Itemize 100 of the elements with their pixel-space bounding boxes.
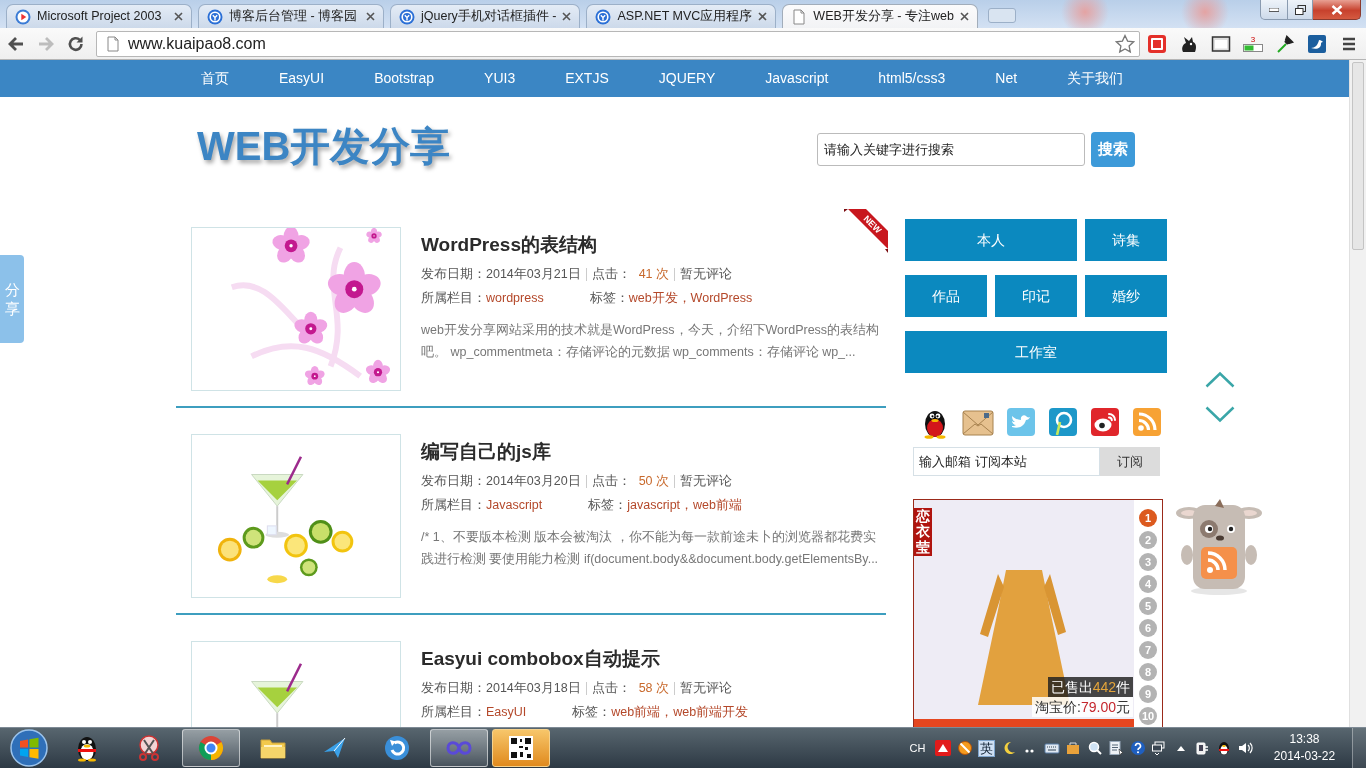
category-link[interactable]: wordpress — [486, 286, 544, 310]
dress-photo-placeholder[interactable] — [914, 500, 1134, 719]
meter-icon[interactable] — [1243, 44, 1263, 52]
slide-number-button[interactable]: 10 — [1139, 707, 1157, 725]
slide-number-button[interactable]: 4 — [1139, 575, 1157, 593]
tile-logo-icon[interactable] — [935, 740, 951, 756]
slide-number-button[interactable]: 7 — [1139, 641, 1157, 659]
search-button[interactable]: 搜索 — [1091, 131, 1135, 167]
maximize-button[interactable] — [1288, 0, 1313, 20]
bird-logo-icon[interactable] — [1307, 33, 1327, 54]
sidebar-link[interactable]: 本人 — [905, 219, 1077, 261]
close-icon[interactable] — [174, 12, 183, 21]
site-logo: WEB开发分享 — [197, 123, 451, 170]
tag-link[interactable]: web开发，WordPress — [628, 286, 753, 310]
post-title-link[interactable]: WordPress的表结构 — [421, 232, 597, 258]
browser-tab[interactable]: WEB开发分享 - 专注web — [782, 4, 978, 28]
slide-number-button[interactable]: 5 — [1139, 597, 1157, 615]
input-language-label: CH — [909, 740, 926, 756]
show-desktop-button[interactable] — [1352, 728, 1366, 768]
category-link[interactable]: Javascript — [486, 493, 543, 517]
minimize-button[interactable] — [1260, 0, 1288, 20]
no-sign-icon[interactable] — [956, 740, 973, 756]
slide-number-button[interactable]: 6 — [1139, 619, 1157, 637]
magnifier-icon[interactable] — [1086, 740, 1103, 756]
category-link[interactable]: EasyUI — [486, 700, 527, 724]
slide-number-button[interactable]: 1 — [1139, 509, 1157, 527]
slide-number-button[interactable]: 3 — [1139, 553, 1157, 571]
slide-number-button[interactable]: 2 — [1139, 531, 1157, 549]
sidebar-link[interactable]: 印记 — [995, 275, 1077, 317]
comment-status: 暂无评论 — [680, 473, 732, 490]
plug-icon[interactable] — [1194, 740, 1210, 756]
eye-logo-icon[interactable] — [1090, 407, 1120, 437]
browser-icon — [197, 734, 225, 762]
taskbar-button[interactable] — [492, 729, 550, 767]
post-date: 发布日期：2014年03月21日 — [421, 266, 581, 283]
speaker-icon[interactable] — [1237, 740, 1253, 756]
close-button[interactable] — [1313, 0, 1361, 20]
tile-logo-icon[interactable] — [1147, 33, 1167, 54]
close-icon[interactable] — [366, 12, 375, 21]
address-field[interactable]: www.kuaipao8.com — [96, 30, 1140, 57]
nav-link[interactable]: Bootstrap — [349, 60, 460, 97]
pin-logo-icon[interactable] — [1048, 407, 1078, 437]
nav-link[interactable]: JQUERY — [633, 60, 741, 97]
clock-date[interactable]: 2014-03-22 — [1273, 748, 1336, 765]
play-icon — [15, 8, 31, 25]
sidebar-link[interactable]: 婚纱 — [1085, 275, 1167, 317]
keyboard-icon[interactable] — [1043, 740, 1060, 756]
tags-label: 标签： — [572, 704, 612, 721]
scrollbar-thumb[interactable] — [1352, 62, 1364, 250]
dog-mascot-icon — [1175, 499, 1263, 595]
post-title-link[interactable]: Easyui combobox自动提示 — [421, 646, 660, 672]
browser-tab[interactable]: Microsoft Project 2003 — [6, 4, 192, 28]
mail-icon[interactable] — [962, 407, 994, 437]
sidebar-link[interactable]: 工作室 — [905, 331, 1167, 373]
toolbox-icon[interactable] — [1065, 740, 1081, 756]
close-icon[interactable] — [959, 12, 969, 21]
ime-mode-label[interactable]: 英 — [978, 739, 995, 757]
nav-link[interactable]: YUI3 — [459, 60, 541, 97]
document-icon[interactable] — [1108, 740, 1124, 756]
star-icon[interactable] — [1115, 33, 1135, 54]
browser-tab[interactable]: ASP.NET MVC应用程序 — [586, 4, 777, 28]
category-label: 所属栏目： — [421, 290, 486, 307]
nav-link[interactable]: EXTJS — [540, 60, 634, 97]
nav-link[interactable]: Javascript — [740, 60, 854, 97]
nav-link[interactable]: Net — [970, 60, 1043, 97]
browser-tab[interactable]: jQuery手机对话框插件 - — [390, 4, 581, 28]
email-field[interactable]: 输入邮箱 订阅本站 — [913, 447, 1100, 476]
window-icon[interactable] — [1211, 33, 1231, 54]
tag-link[interactable]: javascript，web前端 — [627, 493, 742, 517]
clock-time[interactable]: 13:38 — [1289, 731, 1320, 748]
browser-tab[interactable]: 博客后台管理 - 博客园 — [198, 4, 384, 28]
slide-number-button[interactable]: 8 — [1139, 663, 1157, 681]
chevron-up-icon[interactable] — [1205, 371, 1235, 388]
sidebar-link[interactable]: 诗集 — [1085, 219, 1167, 261]
slide-number-button[interactable]: 9 — [1139, 685, 1157, 703]
start-orb-icon[interactable] — [9, 728, 49, 768]
nav-link[interactable]: html5/css3 — [853, 60, 971, 97]
search-field[interactable]: 请输入关键字进行搜索 — [817, 132, 1085, 166]
close-icon[interactable] — [562, 12, 572, 21]
nav-link[interactable]: EasyUI — [254, 60, 350, 97]
sidebar-link[interactable]: 作品 — [905, 275, 987, 317]
window-stack-icon[interactable] — [1151, 740, 1167, 756]
views-label: 点击： — [591, 680, 631, 697]
views-label: 点击： — [591, 266, 631, 283]
tags-label: 标签： — [589, 290, 629, 307]
minimize-icon — [1269, 7, 1279, 12]
view-count: 58 次 — [638, 680, 669, 697]
tag-link[interactable]: web前端，web前端开发 — [611, 700, 749, 724]
category-label: 所属栏目： — [421, 497, 486, 514]
eyedropper-icon[interactable] — [1275, 33, 1295, 54]
nav-link[interactable]: 首页 — [176, 60, 254, 97]
page-icon — [791, 8, 808, 25]
round-logo-icon — [207, 8, 223, 25]
chevron-down-icon[interactable] — [1205, 406, 1235, 423]
subscribe-button[interactable]: 订阅 — [1100, 447, 1160, 476]
restore-icon — [1294, 4, 1306, 15]
post-title-link[interactable]: 编写自己的js库 — [421, 439, 551, 465]
nav-link[interactable]: 关于我们 — [1042, 60, 1149, 97]
help-icon[interactable] — [1129, 740, 1146, 756]
close-icon[interactable] — [758, 12, 768, 21]
